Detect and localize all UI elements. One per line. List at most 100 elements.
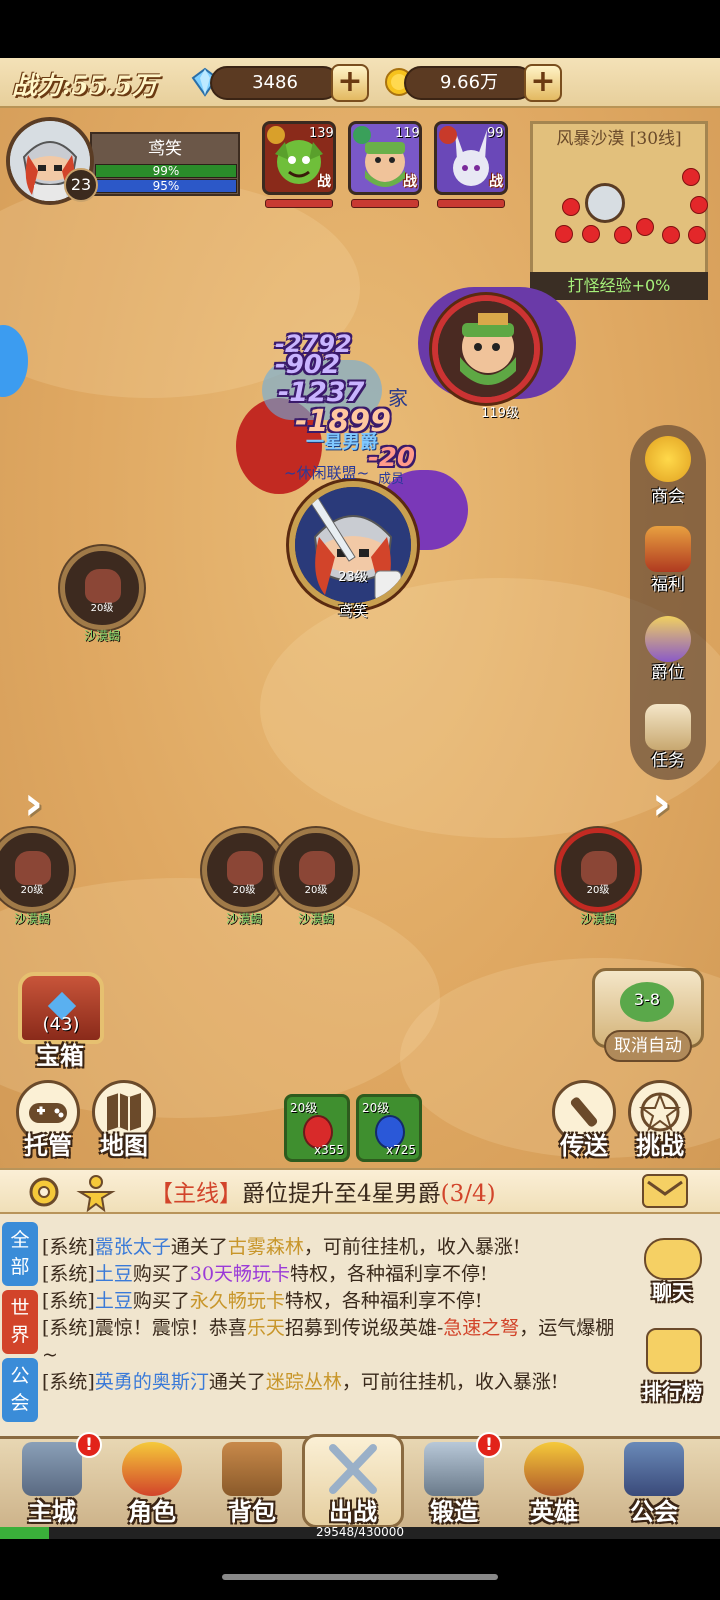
monster-level: 20级: [20, 885, 44, 896]
hero-class-icon: [439, 126, 457, 144]
combat-power: 战力:55.5万: [12, 71, 158, 100]
member-label: 成员: [378, 472, 405, 487]
player-hp-text: 99%: [152, 164, 180, 178]
castle-icon: [22, 1442, 82, 1496]
scorpion-icon: [299, 851, 335, 885]
hero-card-3[interactable]: 99 战: [434, 121, 508, 195]
chat-message: [系统]嚣张太子通关了古雾森林，可前往挂机，收入暴涨!: [42, 1236, 521, 1258]
map-label[interactable]: 地图: [86, 1126, 162, 1161]
scorpion-monster[interactable]: 20级: [274, 828, 358, 912]
potion-count: x355: [313, 1143, 344, 1157]
scorpion-icon: [85, 569, 121, 603]
chest-label[interactable]: 宝箱: [20, 1036, 100, 1071]
notification-badge: !: [76, 1432, 102, 1458]
minimap-monster-dot: [662, 226, 680, 244]
scorpion-icon: [15, 851, 51, 885]
quest-description: 爵位提升至4星男爵: [242, 1181, 441, 1207]
hero-card-2[interactable]: 119 战: [348, 121, 422, 195]
right-arrow-icon[interactable]: ›: [652, 776, 671, 830]
trophy-icon[interactable]: [646, 1328, 702, 1374]
mail-icon[interactable]: [642, 1174, 688, 1208]
add-diamond-button[interactable]: +: [331, 64, 369, 102]
add-gold-button[interactable]: +: [524, 64, 562, 102]
hero-class-icon: [267, 126, 285, 144]
ally-hero-token[interactable]: [432, 295, 540, 403]
monster-level: 20级: [586, 885, 610, 896]
hero-hp-bar: [351, 199, 419, 208]
chat-message: [系统]英勇的奥斯汀通关了迷踪丛林，可前往挂机，收入暴涨!: [42, 1371, 559, 1393]
scorpion-monster[interactable]: 20级: [60, 546, 144, 630]
player-hero-token[interactable]: [289, 481, 417, 609]
chat-button-label[interactable]: 聊天: [630, 1276, 714, 1305]
chat-message: [系统]土豆购买了永久畅玩卡特权，各种福利享不停!: [42, 1290, 483, 1312]
task-label[interactable]: 任务: [630, 746, 706, 771]
hp-potion-slot[interactable]: 20级 x355: [284, 1094, 350, 1162]
rank-label[interactable]: 爵位: [630, 658, 706, 683]
player-mp-bar: 95%: [95, 179, 237, 193]
cancel-auto-button[interactable]: 取消自动: [604, 1030, 692, 1062]
player-name-label: 鸢笑: [337, 602, 368, 620]
hero-card-1[interactable]: 139 战: [262, 121, 336, 195]
shop-label[interactable]: 商会: [630, 482, 706, 507]
hero-level: 119: [395, 126, 420, 141]
player-level-badge: 23: [64, 168, 98, 202]
money-bag-icon[interactable]: [645, 436, 691, 482]
nav-item-guild[interactable]: 公会: [606, 1440, 702, 1526]
mp-potion-slot[interactable]: 20级 x725: [356, 1094, 422, 1162]
chat-tab-all[interactable]: 全部: [2, 1222, 38, 1286]
nav-item-bag[interactable]: 背包: [204, 1440, 300, 1526]
nav-item-heroes[interactable]: 英雄: [506, 1440, 602, 1526]
auto-manage-label[interactable]: 托管: [10, 1126, 86, 1161]
quest-tag: 【主线】: [150, 1181, 242, 1207]
dwarf-hero-icon: [438, 301, 534, 397]
hammer-icon: [424, 1442, 484, 1496]
minimap-monster-dot: [582, 225, 600, 243]
gold-count: 9.66万: [404, 66, 534, 100]
hero-battle-tag: 战: [317, 174, 331, 190]
player-name: 鸢笑: [148, 139, 182, 159]
exp-bonus-text: 打怪经验+0%: [530, 272, 708, 300]
scorpion-icon: [581, 851, 617, 885]
welfare-label[interactable]: 福利: [630, 570, 706, 595]
chat-bubble-icon[interactable]: [644, 1238, 702, 1280]
monster-name: 沙漠蝎: [83, 629, 120, 643]
scorpion-icon: [227, 851, 263, 885]
home-indicator[interactable]: [222, 1574, 498, 1580]
figure-icon[interactable]: [74, 1172, 118, 1212]
scorpion-monster-targeted[interactable]: 20级: [556, 828, 640, 912]
guild-label-partial: 家: [388, 386, 408, 410]
nav-item-battle[interactable]: 出战: [305, 1440, 401, 1526]
hero-hp-bar: [437, 199, 505, 208]
scroll-icon[interactable]: [645, 704, 691, 750]
xp-text: 29548/430000: [315, 1525, 405, 1539]
leaderboard-label[interactable]: 排行榜: [630, 1376, 714, 1405]
potion-count: x725: [385, 1143, 416, 1157]
minimap-monster-dot: [636, 218, 654, 236]
hero-level: 99: [487, 126, 504, 141]
backpack-icon: [222, 1442, 282, 1496]
hero-battle-tag: 战: [403, 174, 417, 190]
quest-progress: (3/4): [440, 1181, 496, 1207]
minimap-monster-dot: [562, 198, 580, 216]
hero-battle-tag: 战: [489, 174, 503, 190]
chat-tab-world[interactable]: 世界: [2, 1290, 38, 1354]
minimap-player-marker: [585, 183, 625, 223]
hero-hp-bar: [265, 199, 333, 208]
challenge-label[interactable]: 挑战: [622, 1126, 698, 1161]
crown-icon: [122, 1442, 182, 1496]
gear-icon[interactable]: [24, 1172, 64, 1212]
fist-badge-icon: [524, 1442, 584, 1496]
crossed-swords-icon: [329, 1444, 377, 1494]
treasure-chest-icon[interactable]: [645, 526, 691, 572]
teleport-label[interactable]: 传送: [546, 1126, 622, 1161]
left-arrow-icon[interactable]: ›: [24, 776, 43, 830]
nav-item-character[interactable]: 角色: [104, 1440, 200, 1526]
crown-icon[interactable]: [645, 616, 691, 662]
chat-tab-guild[interactable]: 公会: [2, 1358, 38, 1422]
chat-message: [系统]震惊！震惊！恭喜乐天招募到传说级英雄-急速之弩，运气爆棚~: [42, 1317, 615, 1366]
minimap-monster-dot: [688, 226, 706, 244]
minimap-monster-dot: [682, 168, 700, 186]
monster-name: 沙漠蝎: [13, 912, 50, 926]
minimap-monster-dot: [555, 225, 573, 243]
quest-text-line[interactable]: 【主线】爵位提升至4星男爵(3/4): [150, 1174, 496, 1208]
